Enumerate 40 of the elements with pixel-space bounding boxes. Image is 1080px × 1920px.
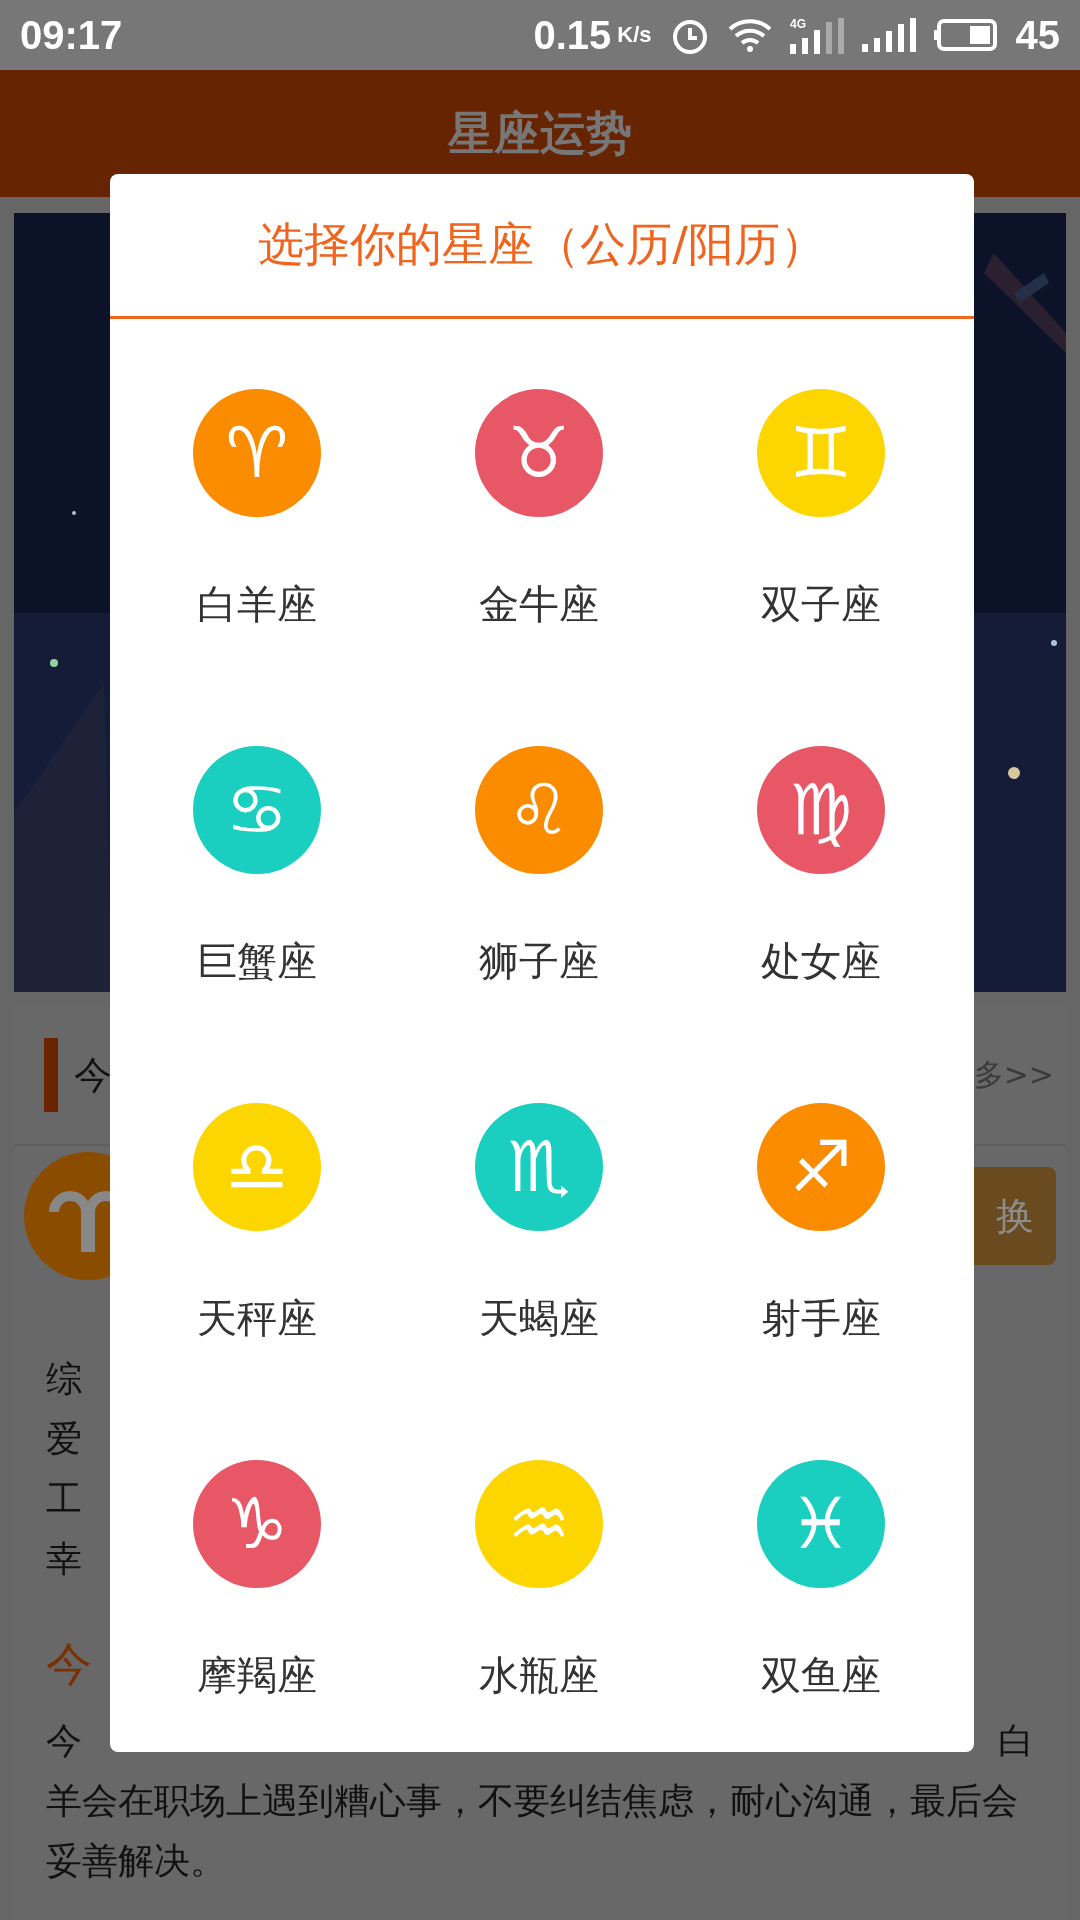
battery-icon — [933, 18, 998, 52]
header-title: 星座运势 — [448, 104, 632, 162]
zodiac-symbol[interactable]: ♌ — [475, 746, 603, 874]
zodiac-name[interactable]: 摩羯座 — [197, 1648, 317, 1703]
paragraph-line: 羊会在职场上遇到糟心事，不要纠结焦虑，耐心沟通，最后会 — [46, 1779, 1018, 1823]
zodiac-name[interactable]: 天秤座 — [197, 1291, 317, 1346]
zodiac-symbol[interactable]: ♏ — [475, 1103, 603, 1231]
dialog-title: 选择你的星座（公历/阳历） — [110, 174, 974, 319]
zodiac-symbol[interactable]: ♐ — [757, 1103, 885, 1231]
zodiac-symbol[interactable]: ♉ — [475, 389, 603, 517]
zodiac-symbol[interactable]: ♍ — [757, 746, 885, 874]
info-line: 工 — [46, 1477, 82, 1521]
zodiac-symbol[interactable]: ♑ — [193, 1460, 321, 1588]
paragraph-line: 今 — [46, 1719, 82, 1763]
section-heading: 今 — [46, 1636, 92, 1693]
info-line: 综 — [46, 1357, 82, 1401]
zodiac-name[interactable]: 狮子座 — [479, 934, 599, 989]
paragraph-line: 妥善解决。 — [46, 1839, 226, 1883]
zodiac-symbol[interactable]: ♋ — [193, 746, 321, 874]
zodiac-name[interactable]: 处女座 — [761, 934, 881, 989]
info-line: 爱 — [46, 1417, 82, 1461]
signal-icon — [861, 18, 916, 52]
wifi-icon — [727, 17, 772, 53]
speed-unit: K/s — [617, 22, 652, 48]
zodiac-name[interactable]: 双鱼座 — [761, 1648, 881, 1703]
zodiac-name[interactable]: 射手座 — [761, 1291, 881, 1346]
info-line: 幸 — [46, 1537, 82, 1581]
battery-level: 45 — [1015, 12, 1060, 58]
zodiac-name[interactable]: 巨蟹座 — [197, 934, 317, 989]
paragraph-line: 白 — [998, 1719, 1034, 1763]
zodiac-symbol[interactable]: ♈ — [193, 389, 321, 517]
zodiac-name[interactable]: 金牛座 — [479, 577, 599, 632]
zodiac-name[interactable]: 双子座 — [761, 577, 881, 632]
status-time: 09:17 — [20, 12, 123, 58]
zodiac-symbol[interactable]: ♓ — [757, 1460, 885, 1588]
zodiac-name[interactable]: 白羊座 — [197, 577, 317, 632]
section-title: 今 — [74, 1051, 112, 1099]
network-speed: 0.15 — [533, 12, 612, 58]
zodiac-name[interactable]: 天蝎座 — [479, 1291, 599, 1346]
zodiac-name[interactable]: 水瓶座 — [479, 1648, 599, 1703]
